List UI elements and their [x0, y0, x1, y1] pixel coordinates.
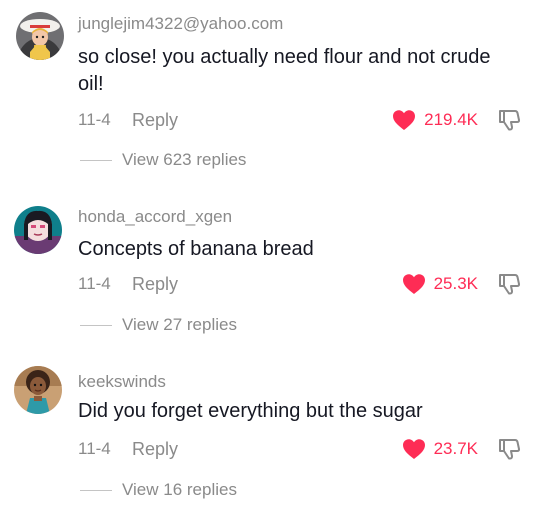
comment-item: junglejim4322@yahoo.com so close! you ac…	[0, 0, 540, 170]
comment-username[interactable]: honda_accord_xgen	[78, 207, 232, 227]
thumbs-down-icon	[499, 110, 521, 131]
avatar-image	[14, 366, 62, 414]
comment-text: Did you forget everything but the sugar	[78, 400, 423, 422]
like-button[interactable]: 23.7K	[402, 436, 478, 462]
thumbs-down-icon	[499, 439, 521, 460]
comment-date: 11-4	[78, 439, 111, 458]
view-replies-button[interactable]: View 27 replies	[80, 313, 237, 337]
comment-date: 11-4	[78, 110, 111, 129]
comment-username[interactable]: junglejim4322@yahoo.com	[78, 14, 283, 34]
thumbs-down-icon	[499, 274, 521, 295]
comment-item: honda_accord_xgen Concepts of banana bre…	[0, 193, 540, 363]
avatar[interactable]	[16, 12, 64, 60]
like-button[interactable]: 25.3K	[402, 271, 478, 297]
reply-button[interactable]: Reply	[132, 110, 178, 131]
divider	[80, 159, 112, 161]
like-count: 25.3K	[433, 274, 478, 293]
dislike-button[interactable]	[494, 107, 524, 133]
avatar[interactable]	[14, 206, 62, 254]
reply-button[interactable]: Reply	[132, 274, 178, 295]
comment-meta: 11-4 Reply	[78, 436, 178, 462]
heart-icon	[402, 274, 425, 294]
avatar-image	[16, 12, 64, 60]
comment-item: keekswinds Did you forget everything but…	[0, 358, 540, 528]
dislike-button[interactable]	[494, 436, 524, 462]
heart-icon	[402, 439, 425, 459]
comment-date: 11-4	[78, 274, 111, 293]
view-replies-button[interactable]: View 623 replies	[80, 148, 246, 172]
avatar[interactable]	[14, 366, 62, 414]
like-count: 23.7K	[433, 439, 478, 458]
comment-meta: 11-4 Reply	[78, 271, 178, 297]
like-count: 219.4K	[424, 110, 478, 129]
comment-text: so close! you actually need flour and no…	[78, 46, 491, 95]
view-replies-label: View 16 replies	[122, 480, 237, 499]
view-replies-label: View 623 replies	[122, 150, 247, 169]
divider	[80, 324, 112, 326]
like-button[interactable]: 219.4K	[392, 107, 478, 133]
reply-button[interactable]: Reply	[132, 439, 178, 460]
comment-text: Concepts of banana bread	[78, 238, 314, 260]
comment-meta: 11-4 Reply	[78, 107, 178, 133]
view-replies-button[interactable]: View 16 replies	[80, 478, 237, 502]
divider	[80, 489, 112, 491]
avatar-image	[14, 206, 62, 254]
comment-username[interactable]: keekswinds	[78, 372, 166, 392]
view-replies-label: View 27 replies	[122, 315, 237, 334]
heart-icon	[393, 110, 416, 130]
dislike-button[interactable]	[494, 271, 524, 297]
